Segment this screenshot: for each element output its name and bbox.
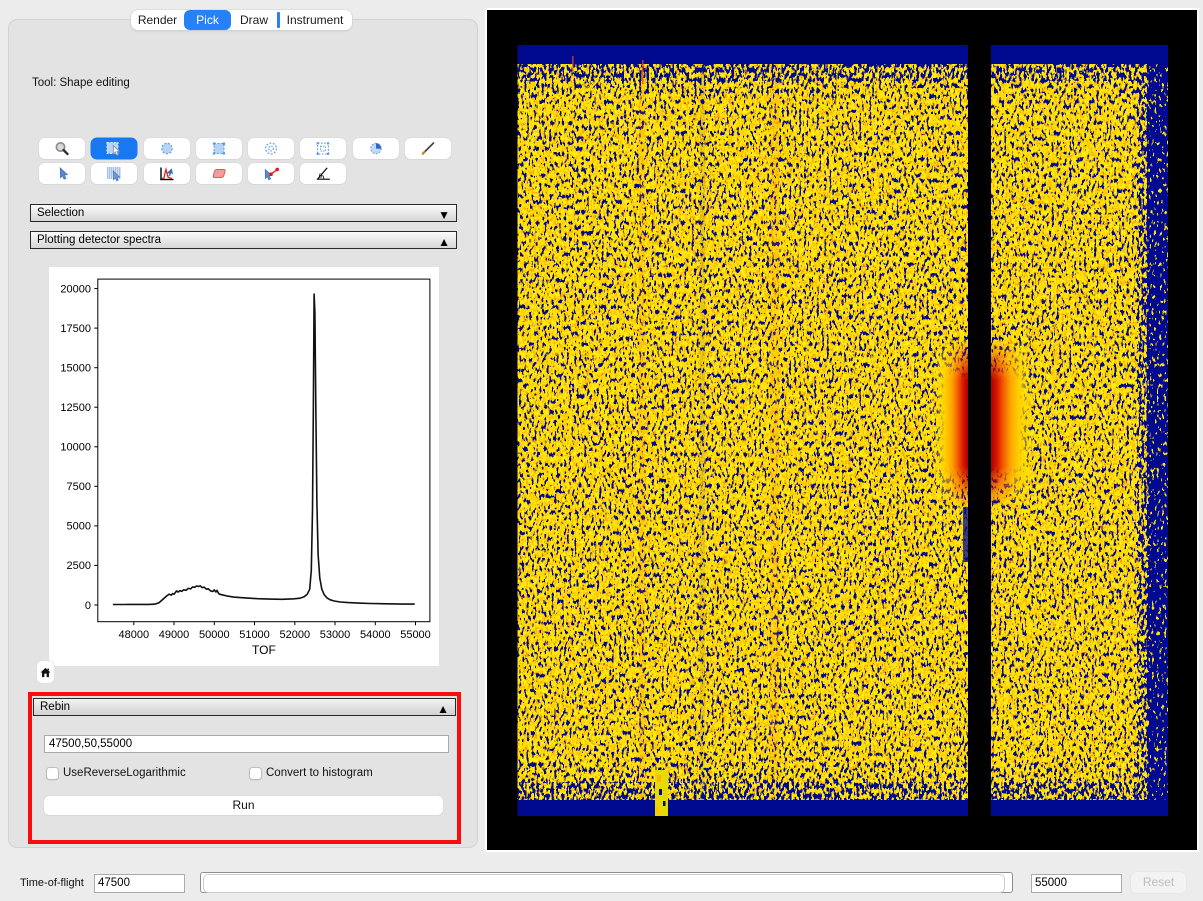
svg-text:0: 0 xyxy=(85,600,91,612)
svg-text:51000: 51000 xyxy=(239,629,270,641)
svg-text:17500: 17500 xyxy=(60,323,91,335)
svg-text:10000: 10000 xyxy=(60,442,91,454)
svg-text:53000: 53000 xyxy=(320,629,351,641)
svg-text:θ: θ xyxy=(319,173,323,180)
svg-text:12500: 12500 xyxy=(60,402,91,414)
svg-text:49000: 49000 xyxy=(159,629,190,641)
svg-text:5000: 5000 xyxy=(67,521,91,533)
svg-text:52000: 52000 xyxy=(280,629,311,641)
svg-text:48000: 48000 xyxy=(119,629,150,641)
svg-text:2500: 2500 xyxy=(67,560,91,572)
svg-text:55000: 55000 xyxy=(400,629,431,641)
svg-text:TOF: TOF xyxy=(252,643,276,657)
svg-text:15000: 15000 xyxy=(60,363,91,375)
svg-text:7500: 7500 xyxy=(67,481,91,493)
svg-text:54000: 54000 xyxy=(360,629,391,641)
svg-text:20000: 20000 xyxy=(60,283,91,295)
svg-text:50000: 50000 xyxy=(199,629,230,641)
